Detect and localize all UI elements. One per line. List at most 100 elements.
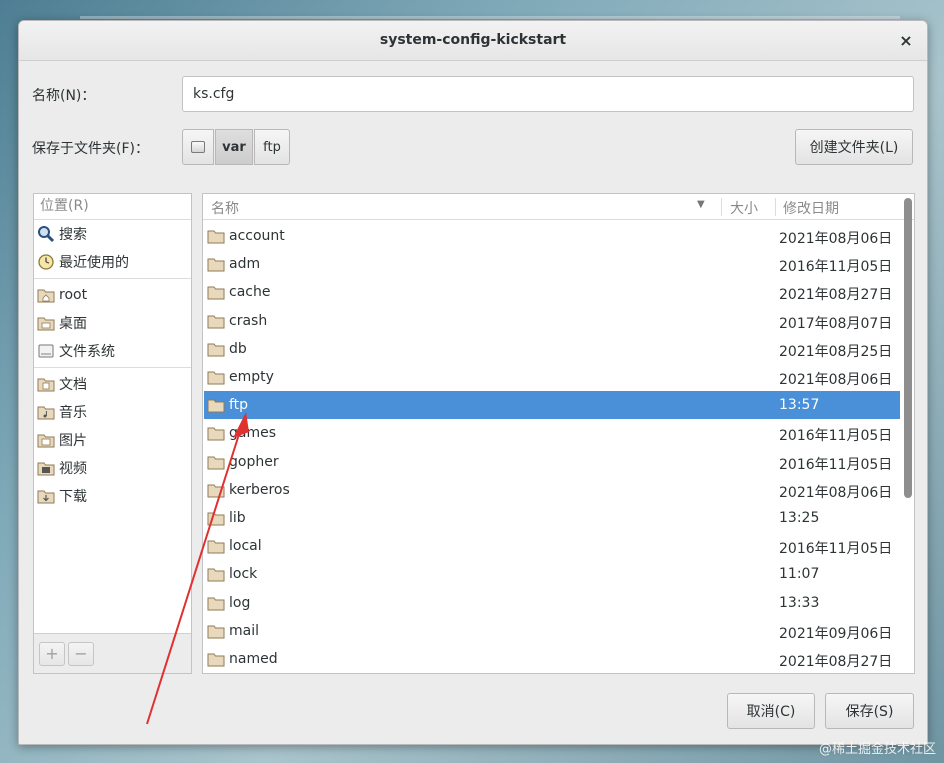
pictures-folder-icon <box>37 434 55 448</box>
folder-icon <box>207 540 225 554</box>
title-bar[interactable]: system-config-kickstart × <box>19 21 927 61</box>
place-label: 音乐 <box>59 405 87 421</box>
place-label: 最近使用的 <box>59 255 129 271</box>
close-button[interactable]: × <box>895 30 917 52</box>
file-name: db <box>229 340 247 357</box>
folder-icon <box>207 597 225 611</box>
home-folder-icon <box>37 289 55 303</box>
place-downloads[interactable]: 下载 <box>34 482 191 510</box>
file-modified-date: 2016年11月05日 <box>779 456 893 473</box>
create-folder-button[interactable]: 创建文件夹(L) <box>795 129 913 165</box>
remove-bookmark-button[interactable]: − <box>68 642 94 666</box>
folder-icon <box>207 625 225 639</box>
places-header: 位置(R) <box>34 194 191 220</box>
file-row[interactable]: games 2016年11月05日 <box>204 419 900 447</box>
sort-down-icon: ▼ <box>697 199 705 210</box>
places-separator <box>34 278 191 279</box>
folder-icon <box>207 371 225 385</box>
path-segment-var[interactable]: var <box>215 129 253 165</box>
place-label: 视频 <box>59 461 87 477</box>
file-name: empty <box>229 369 274 385</box>
file-row[interactable]: db 2021年08月25日 <box>204 335 900 363</box>
file-modified-date: 2021年08月27日 <box>779 654 893 670</box>
column-name-header[interactable]: 名称 <box>211 198 239 218</box>
place-music[interactable]: 音乐 <box>34 398 191 426</box>
place-search[interactable]: 搜索 <box>34 220 191 248</box>
file-row[interactable]: kerberos 2021年08月06日 <box>204 476 900 504</box>
place-filesystem[interactable]: 文件系统 <box>34 337 191 365</box>
places-footer: + − <box>34 633 191 673</box>
folder-icon <box>207 399 225 413</box>
filename-input[interactable] <box>182 76 914 112</box>
folder-icon <box>207 568 225 582</box>
file-row[interactable]: mail 2021年09月06日 <box>204 617 900 645</box>
file-modified-date: 2021年08月06日 <box>779 372 893 388</box>
recent-icon <box>38 254 54 270</box>
path-bar: var ftp <box>182 129 291 165</box>
folder-icon <box>207 286 225 300</box>
name-label: 名称(N)： <box>32 88 96 104</box>
videos-folder-icon <box>37 462 55 476</box>
search-icon <box>38 226 55 243</box>
documents-folder-icon <box>37 378 55 392</box>
file-modified-date: 2021年08月06日 <box>779 231 893 247</box>
file-name: local <box>229 538 262 555</box>
column-divider <box>721 198 722 216</box>
file-modified-date: 13:33 <box>779 594 820 611</box>
file-modified-date: 2016年11月05日 <box>779 541 893 558</box>
column-date-header[interactable]: 修改日期 <box>783 198 839 218</box>
place-documents[interactable]: 文档 <box>34 370 191 398</box>
folder-icon <box>207 653 225 667</box>
folder-icon <box>207 512 225 526</box>
save-in-label: 保存于文件夹(F)： <box>32 141 149 157</box>
file-name: games <box>229 425 277 442</box>
folder-icon <box>207 343 225 357</box>
downloads-folder-icon <box>37 490 55 504</box>
place-root[interactable]: root <box>34 281 191 309</box>
file-name: adm <box>229 256 261 273</box>
folder-icon <box>207 315 225 329</box>
file-row[interactable]: empty 2021年08月06日 <box>204 363 900 391</box>
drive-icon <box>191 141 205 153</box>
window-title: system-config-kickstart <box>379 32 567 48</box>
cancel-button[interactable]: 取消(C) <box>727 693 815 729</box>
place-videos[interactable]: 视频 <box>34 454 191 482</box>
add-bookmark-button[interactable]: + <box>39 642 65 666</box>
file-modified-date: 2017年08月07日 <box>779 315 893 332</box>
file-modified-date: 13:57 <box>779 397 820 414</box>
column-size-header[interactable]: 大小 <box>730 198 758 218</box>
place-label: 下载 <box>59 489 87 505</box>
file-name: mail <box>229 622 259 639</box>
file-list-header: 名称 ▼ 大小 修改日期 <box>203 194 914 220</box>
file-modified-date: 2021年09月06日 <box>779 625 893 642</box>
file-row[interactable]: log 13:33 <box>204 589 900 617</box>
place-label: root <box>59 287 88 303</box>
file-modified-date: 13:25 <box>779 510 820 526</box>
file-row[interactable]: gopher 2016年11月05日 <box>204 448 900 476</box>
scrollbar-thumb[interactable] <box>904 198 912 498</box>
file-row[interactable]: cache 2021年08月27日 <box>204 278 900 306</box>
file-name: kerberos <box>229 481 290 498</box>
file-row[interactable]: lib 13:25 <box>204 504 900 532</box>
place-desktop[interactable]: 桌面 <box>34 309 191 337</box>
file-modified-date: 2016年11月05日 <box>779 428 893 445</box>
path-segment-ftp[interactable]: ftp <box>254 129 290 165</box>
desktop-folder-icon <box>37 317 55 331</box>
save-button[interactable]: 保存(S) <box>825 693 914 729</box>
file-name: cache <box>229 284 271 301</box>
path-root-button[interactable] <box>182 129 214 165</box>
place-pictures[interactable]: 图片 <box>34 426 191 454</box>
file-row[interactable]: crash 2017年08月07日 <box>204 307 900 335</box>
file-row[interactable]: lock 11:07 <box>204 560 900 588</box>
place-recent[interactable]: 最近使用的 <box>34 248 191 276</box>
file-row[interactable]: named 2021年08月27日 <box>204 645 900 673</box>
file-name: lock <box>229 566 258 583</box>
file-row[interactable]: ftp 13:57 <box>204 391 900 420</box>
file-row[interactable]: local 2016年11月05日 <box>204 532 900 560</box>
place-label: 文档 <box>59 377 87 393</box>
file-modified-date: 11:07 <box>779 566 820 583</box>
file-name: gopher <box>229 453 279 470</box>
place-label: 桌面 <box>59 316 87 332</box>
file-row[interactable]: adm 2016年11月05日 <box>204 250 900 278</box>
file-row[interactable]: account 2021年08月06日 <box>204 222 900 250</box>
